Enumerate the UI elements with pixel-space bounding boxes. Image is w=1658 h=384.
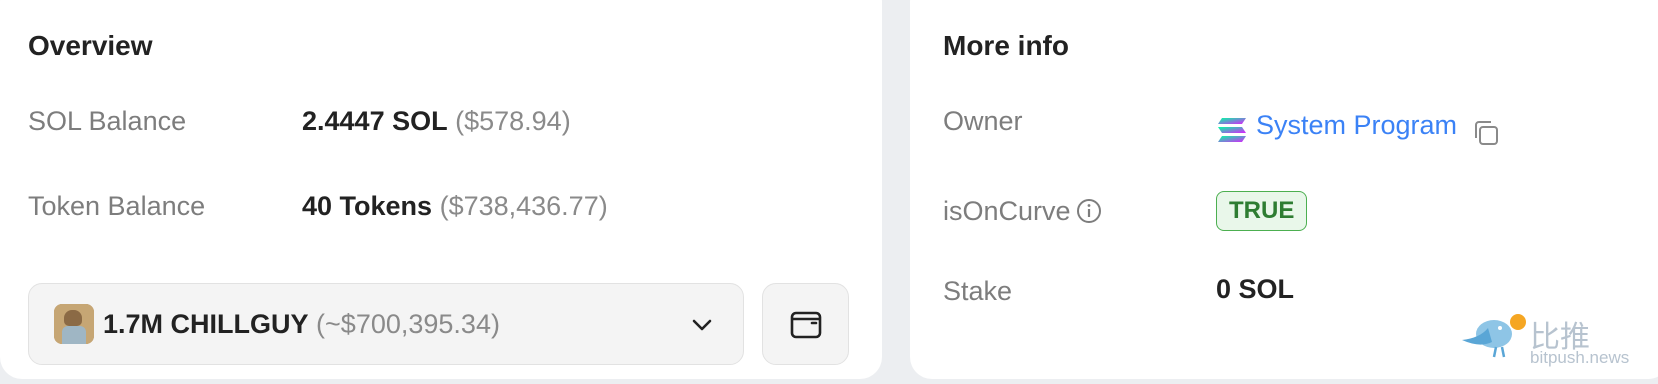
solana-logo bbox=[1218, 118, 1246, 142]
sol-balance-value: 2.4447 SOL ($578.94) bbox=[302, 106, 571, 137]
sol-balance-amount: 2.4447 SOL bbox=[302, 106, 448, 136]
sol-balance-label: SOL Balance bbox=[28, 106, 187, 136]
stake-label: Stake bbox=[943, 276, 1013, 306]
wallet-icon bbox=[790, 311, 821, 339]
token-dropdown-usd: (~$700,395.34) bbox=[316, 308, 500, 339]
token-balance-value: 40 Tokens ($738,436.77) bbox=[302, 191, 608, 222]
owner-link[interactable]: System Program bbox=[1256, 110, 1457, 141]
token-balance-label: Token Balance bbox=[28, 191, 206, 221]
token-balance-usd: ($738,436.77) bbox=[439, 191, 608, 221]
more-info-title: More info bbox=[943, 30, 1069, 61]
token-dropdown-label: 1.7M CHILLGUY (~$700,395.34) bbox=[103, 309, 500, 340]
token-balance-amount: 40 Tokens bbox=[302, 191, 433, 221]
chillguy-token-avatar bbox=[54, 304, 94, 344]
stake-value: 0 SOL bbox=[1216, 274, 1295, 304]
is-on-curve-badge: TRUE bbox=[1216, 191, 1308, 231]
info-icon[interactable] bbox=[1076, 198, 1102, 224]
token-dropdown-amount: 1.7M CHILLGUY bbox=[103, 308, 309, 339]
owner-label: Owner bbox=[943, 106, 1023, 136]
chevron-down-icon bbox=[692, 319, 712, 331]
sol-balance-usd: ($578.94) bbox=[455, 106, 571, 136]
bird-watermark-icon bbox=[1462, 314, 1526, 358]
is-on-curve-label: isOnCurve bbox=[943, 196, 1071, 226]
copy-icon[interactable] bbox=[1471, 118, 1501, 148]
wallet-button[interactable] bbox=[762, 283, 849, 365]
watermark-en: bitpush.news bbox=[1530, 348, 1630, 367]
token-dropdown[interactable]: 1.7M CHILLGUY (~$700,395.34) bbox=[28, 283, 744, 365]
overview-title: Overview bbox=[28, 30, 153, 61]
